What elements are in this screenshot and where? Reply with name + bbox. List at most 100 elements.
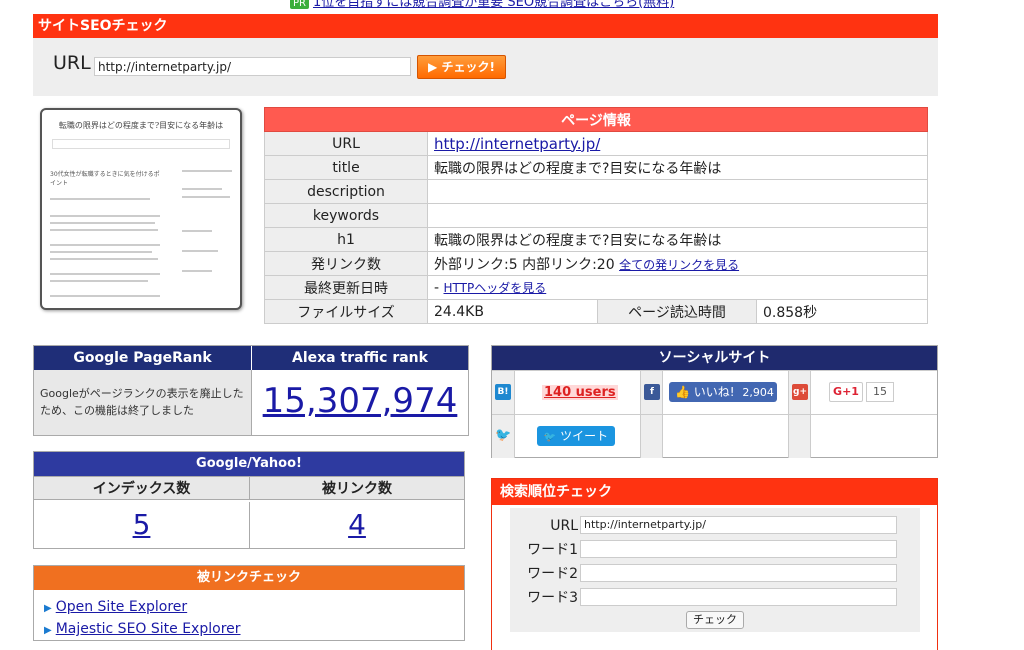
form-row-word2: ワード2 [510, 564, 920, 584]
index-count-label: インデックス数 [34, 476, 250, 500]
page-title-value: 転職の限界はどの程度まで?目安になる年齢は [427, 155, 928, 180]
thumbnail-line [50, 251, 152, 253]
all-outlinks-link[interactable]: 全ての発リンクを見る [619, 258, 739, 272]
thumbnail-sidebar-line [182, 230, 212, 232]
url-label: URL [53, 52, 91, 74]
fb-like-label: いいね! [693, 385, 735, 399]
thumbnail-line [50, 280, 148, 282]
top-banner-text: 1位を目指すには競合調査が重要 SEO競合調査はこちら(無料) [312, 0, 675, 10]
social-header: ソーシャルサイト [492, 346, 937, 370]
word1-input[interactable] [580, 540, 897, 558]
form-row-word1: ワード1 [510, 540, 920, 560]
thumbnail-line [50, 258, 158, 260]
form-row-word3: ワード3 [510, 588, 920, 608]
form-row-url: URL http://internetparty.jp/ [510, 516, 920, 536]
http-header-link[interactable]: HTTPヘッダを見る [444, 281, 547, 295]
search-rank-form: URL http://internetparty.jp/ ワード1 ワード2 ワ… [510, 508, 920, 632]
hatena-icon-cell: B! [492, 370, 514, 414]
row-key-h1: h1 [264, 227, 428, 252]
fb-like-count: 2,904 [742, 386, 774, 399]
row-key-last-modified: 最終更新日時 [264, 275, 428, 300]
table-row: description [264, 179, 928, 204]
backlink-count-link[interactable]: 4 [250, 502, 464, 548]
twitter-icon-cell: 🐦 [492, 414, 514, 458]
load-time-value: 0.858秒 [756, 299, 928, 324]
thumbnail-sidebar-line [182, 170, 232, 172]
arrow-right-icon: ▶ [44, 603, 52, 614]
table-row: ファイルサイズ 24.4KB ページ読込時間 0.858秒 [264, 299, 928, 324]
empty-cell [662, 414, 788, 458]
open-site-explorer-link[interactable]: Open Site Explorer [56, 599, 187, 615]
google-plus-icon: g+ [792, 384, 808, 400]
thumbnail-line [50, 215, 160, 217]
pr-badge: PR [290, 0, 309, 9]
twitter-bird-icon: 🐦 [495, 428, 512, 443]
row-key-keywords: keywords [264, 203, 428, 228]
list-item: ▶ Majestic SEO Site Explorer [44, 619, 464, 641]
site-thumbnail: 転職の限界はどの程度まで?目安になる年齢は 30代女性が転職するときに気を付ける… [40, 108, 242, 310]
thumbnail-line [50, 222, 155, 224]
thumbs-up-icon: 👍 [675, 385, 690, 399]
empty-cell [810, 414, 937, 458]
gplus-icon-cell: g+ [788, 370, 810, 414]
search-url-input[interactable]: http://internetparty.jp/ [580, 516, 897, 534]
pagerank-header: Google PageRank [34, 346, 252, 370]
thumbnail-sidebar-line [182, 188, 222, 190]
filesize-value: 24.4KB [427, 299, 598, 324]
tweet-button[interactable]: 🐦 ツイート [537, 426, 615, 446]
index-count-link[interactable]: 5 [34, 502, 250, 548]
word3-input[interactable] [580, 588, 897, 606]
hatena-users-link[interactable]: 140 users [542, 385, 618, 400]
empty-icon-cell [640, 414, 662, 458]
seo-check-title: サイトSEOチェック [33, 14, 938, 38]
majestic-seo-link[interactable]: Majestic SEO Site Explorer [56, 621, 241, 637]
thumbnail-search-box [52, 139, 230, 149]
page-info-table: ページ情報 URL http://internetparty.jp/ title… [264, 107, 928, 324]
url-input[interactable] [94, 57, 411, 76]
word1-label: ワード1 [527, 542, 578, 558]
url-check-area: URL ▶ チェック! [33, 38, 938, 96]
row-key-url: URL [264, 131, 428, 156]
facebook-icon: f [644, 384, 660, 400]
facebook-icon-cell: f [640, 370, 662, 414]
thumbnail-line [50, 295, 160, 297]
backlink-tool-list: ▶ Open Site Explorer ▶ Majestic SEO Site E… [34, 590, 464, 641]
last-modified-prefix: - [434, 280, 444, 296]
arrow-right-icon: ▶ [44, 625, 52, 636]
page-keywords-value [427, 203, 928, 228]
google-yahoo-panel: Google/Yahoo! インデックス数 被リンク数 5 4 [33, 451, 465, 549]
gplus-button[interactable]: G+1 [829, 382, 863, 402]
row-key-title: title [264, 155, 428, 180]
page-description-value [427, 179, 928, 204]
facebook-like-button[interactable]: 👍 いいね! 2,904 [669, 382, 777, 402]
google-yahoo-header: Google/Yahoo! [34, 452, 464, 476]
check-button[interactable]: ▶ チェック! [417, 55, 506, 79]
rank-panel: Google PageRank Alexa traffic rank Googl… [33, 345, 469, 436]
thumbnail-sidebar-line [182, 270, 212, 272]
page-info-caption: ページ情報 [264, 107, 928, 132]
top-banner-link[interactable]: PR 1位を目指すには競合調査が重要 SEO競合調査はこちら(無料) [290, 0, 675, 10]
alexa-header: Alexa traffic rank [252, 346, 468, 370]
alexa-rank-link[interactable]: 15,307,974 [252, 370, 468, 435]
search-rank-check-button[interactable]: チェック [686, 611, 744, 629]
hatena-bookmark-icon: B! [495, 384, 511, 400]
backlink-check-header: 被リンクチェック [34, 566, 464, 590]
thumbnail-headline: 30代女性が転職するときに気を付けるポイント [50, 171, 160, 187]
thumbnail-sidebar-line [182, 250, 218, 252]
social-panel: ソーシャルサイト B! f g+ 🐦 140 users 👍 いいね! 2,90… [491, 345, 938, 458]
table-row: title 転職の限界はどの程度まで?目安になる年齢は [264, 155, 928, 180]
row-key-load-time: ページ読込時間 [597, 299, 757, 324]
search-rank-header: 検索順位チェック [492, 479, 937, 505]
search-rank-panel: 検索順位チェック URL http://internetparty.jp/ ワー… [491, 478, 938, 650]
table-row: keywords [264, 203, 928, 228]
word2-input[interactable] [580, 564, 897, 582]
backlink-count-label: 被リンク数 [250, 476, 464, 500]
twitter-icon: 🐦 [543, 432, 557, 443]
empty-icon-cell [788, 414, 810, 458]
outlinks-value: 外部リンク:5 内部リンク:20 [434, 256, 615, 273]
word3-label: ワード3 [527, 590, 578, 606]
pagerank-note: Googleがページランクの表示を廃止したため、この機能は終了しました [34, 370, 252, 435]
row-key-outlinks: 発リンク数 [264, 251, 428, 276]
page-url-link[interactable]: http://internetparty.jp/ [434, 135, 600, 153]
page-h1-value: 転職の限界はどの程度まで?目安になる年齢は [427, 227, 928, 252]
